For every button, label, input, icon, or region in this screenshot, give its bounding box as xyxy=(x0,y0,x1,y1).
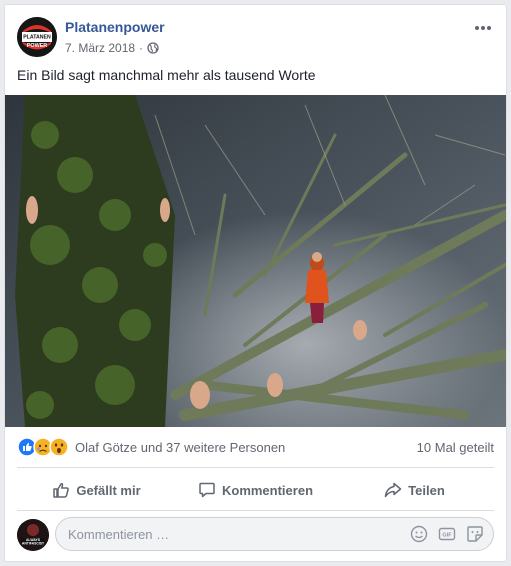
post-header: PLATANEN POWER Platanenpower 7. März 201… xyxy=(17,17,494,61)
page-avatar[interactable]: PLATANEN POWER xyxy=(17,17,57,57)
comment-icon xyxy=(199,482,215,498)
smiley-icon xyxy=(410,525,428,543)
svg-text:POWER: POWER xyxy=(27,43,47,49)
post-photo[interactable] xyxy=(5,95,506,427)
reactions-summary: Olaf Götze und 37 weitere Personen 10 Ma… xyxy=(17,435,494,459)
emoji-button[interactable] xyxy=(409,524,429,544)
comment-label: Kommentieren xyxy=(221,482,314,498)
sticker-button[interactable] xyxy=(465,524,485,544)
svg-text:PLATANEN: PLATANEN xyxy=(23,35,51,41)
comment-input[interactable] xyxy=(68,526,409,542)
sticker-icon xyxy=(467,526,483,542)
more-options-button[interactable] xyxy=(472,19,494,37)
share-label: Teilen xyxy=(408,482,445,498)
wow-icon xyxy=(49,437,69,457)
divider-bottom xyxy=(17,510,494,511)
gif-icon: GIF xyxy=(438,527,456,541)
felled-trees-photo xyxy=(5,95,506,427)
comment-tools: GIF xyxy=(409,524,485,544)
post-text: Ein Bild sagt manchmal mehr als tausend … xyxy=(17,67,316,83)
share-arrow-icon xyxy=(384,482,402,498)
page-name-link[interactable]: Platanenpower xyxy=(65,19,165,35)
divider-top xyxy=(17,467,494,468)
like-button[interactable]: Gefällt mir xyxy=(17,473,176,507)
share-button[interactable]: Teilen xyxy=(335,473,494,507)
comment-button[interactable]: Kommentieren xyxy=(176,473,335,507)
thumbs-up-icon xyxy=(53,482,70,498)
comment-composer: ALWAYS ANTIFASCIST GIF xyxy=(17,517,494,553)
reaction-names[interactable]: Olaf Götze und 37 weitere Personen xyxy=(75,440,285,455)
action-bar: Gefällt mir Kommentieren Teilen xyxy=(17,473,494,507)
comment-box: GIF xyxy=(55,517,494,551)
globe-icon[interactable] xyxy=(147,42,159,54)
svg-text:GIF: GIF xyxy=(442,533,452,539)
reaction-icons[interactable] xyxy=(17,437,69,457)
dot-separator: · xyxy=(139,41,144,55)
gif-button[interactable]: GIF xyxy=(437,524,457,544)
user-avatar-image: ALWAYS ANTIFASCIST xyxy=(17,519,49,551)
svg-text:ANTIFASCIST: ANTIFASCIST xyxy=(22,542,45,546)
more-dots-icon xyxy=(475,26,491,30)
user-avatar[interactable]: ALWAYS ANTIFASCIST xyxy=(17,519,49,551)
like-label: Gefällt mir xyxy=(76,482,141,498)
share-count[interactable]: 10 Mal geteilt xyxy=(417,440,494,455)
platanenpower-logo: PLATANEN POWER xyxy=(17,17,57,57)
post-meta: 7. März 2018 · xyxy=(65,41,159,55)
post-date[interactable]: 7. März 2018 xyxy=(65,41,135,55)
post-card: PLATANEN POWER Platanenpower 7. März 201… xyxy=(4,4,507,562)
